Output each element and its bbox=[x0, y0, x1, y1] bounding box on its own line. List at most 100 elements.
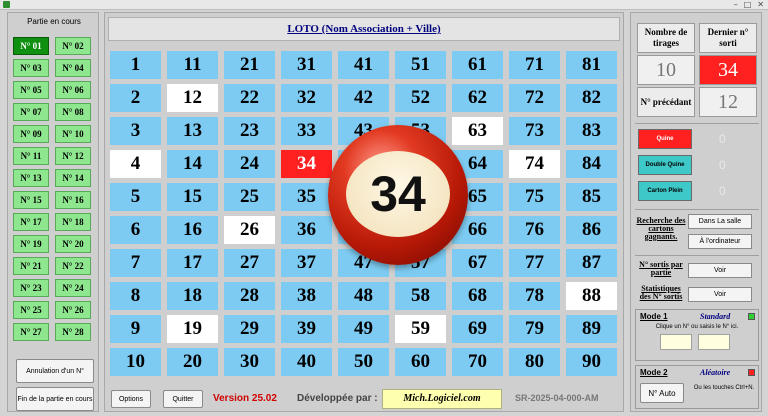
number-cell[interactable]: 32 bbox=[281, 84, 332, 112]
game-button[interactable]: N° 07 bbox=[13, 103, 49, 121]
number-cell[interactable]: 33 bbox=[281, 117, 332, 145]
number-cell[interactable]: 28 bbox=[224, 282, 275, 310]
number-cell[interactable]: 85 bbox=[566, 183, 617, 211]
number-cell[interactable]: 62 bbox=[452, 84, 503, 112]
double-quine-button[interactable]: Double Quine bbox=[638, 155, 692, 175]
number-cell[interactable]: 72 bbox=[509, 84, 560, 112]
game-button[interactable]: N° 17 bbox=[13, 213, 49, 231]
options-button[interactable]: Options bbox=[111, 390, 151, 408]
number-cell[interactable]: 69 bbox=[452, 315, 503, 343]
game-button[interactable]: N° 04 bbox=[55, 59, 91, 77]
number-cell[interactable]: 36 bbox=[281, 216, 332, 244]
number-cell[interactable]: 37 bbox=[281, 249, 332, 277]
number-cell[interactable]: 40 bbox=[281, 348, 332, 376]
number-cell[interactable]: 16 bbox=[167, 216, 218, 244]
number-cell[interactable]: 39 bbox=[281, 315, 332, 343]
mode1-number-input[interactable] bbox=[660, 334, 692, 350]
game-button[interactable]: N° 12 bbox=[55, 147, 91, 165]
number-cell[interactable]: 63 bbox=[452, 117, 503, 145]
auto-number-button[interactable]: N° Auto bbox=[640, 383, 684, 403]
number-cell[interactable]: 52 bbox=[395, 84, 446, 112]
number-cell[interactable]: 1 bbox=[110, 51, 161, 79]
number-cell[interactable]: 77 bbox=[509, 249, 560, 277]
game-button[interactable]: N° 14 bbox=[55, 169, 91, 187]
website-link[interactable]: Mich.Logiciel.com bbox=[382, 389, 502, 409]
number-cell[interactable]: 68 bbox=[452, 282, 503, 310]
number-cell[interactable]: 10 bbox=[110, 348, 161, 376]
numbers-per-game-view-button[interactable]: Voir bbox=[688, 263, 752, 278]
number-cell[interactable]: 71 bbox=[509, 51, 560, 79]
game-button[interactable]: N° 28 bbox=[55, 323, 91, 341]
game-button[interactable]: N° 09 bbox=[13, 125, 49, 143]
game-button[interactable]: N° 21 bbox=[13, 257, 49, 275]
number-cell[interactable]: 34 bbox=[281, 150, 332, 178]
number-cell[interactable]: 8 bbox=[110, 282, 161, 310]
search-hall-button[interactable]: Dans La salle bbox=[688, 214, 752, 229]
number-cell[interactable]: 79 bbox=[509, 315, 560, 343]
game-button[interactable]: N° 20 bbox=[55, 235, 91, 253]
carton-plein-button[interactable]: Carton Plein bbox=[638, 181, 692, 201]
game-button[interactable]: N° 05 bbox=[13, 81, 49, 99]
mode2-indicator-icon[interactable] bbox=[748, 369, 755, 376]
game-button[interactable]: N° 11 bbox=[13, 147, 49, 165]
number-cell[interactable]: 13 bbox=[167, 117, 218, 145]
number-cell[interactable]: 25 bbox=[224, 183, 275, 211]
game-button[interactable]: N° 06 bbox=[55, 81, 91, 99]
number-cell[interactable]: 58 bbox=[395, 282, 446, 310]
number-cell[interactable]: 87 bbox=[566, 249, 617, 277]
number-cell[interactable]: 26 bbox=[224, 216, 275, 244]
game-button[interactable]: N° 15 bbox=[13, 191, 49, 209]
number-cell[interactable]: 29 bbox=[224, 315, 275, 343]
maximize-icon[interactable]: □ bbox=[744, 0, 752, 10]
number-cell[interactable]: 3 bbox=[110, 117, 161, 145]
close-icon[interactable]: ✕ bbox=[757, 0, 764, 10]
number-cell[interactable]: 38 bbox=[281, 282, 332, 310]
game-button[interactable]: N° 26 bbox=[55, 301, 91, 319]
number-cell[interactable]: 2 bbox=[110, 84, 161, 112]
number-cell[interactable]: 70 bbox=[452, 348, 503, 376]
number-cell[interactable]: 14 bbox=[167, 150, 218, 178]
number-cell[interactable]: 9 bbox=[110, 315, 161, 343]
number-cell[interactable]: 59 bbox=[395, 315, 446, 343]
number-cell[interactable]: 50 bbox=[338, 348, 389, 376]
number-cell[interactable]: 23 bbox=[224, 117, 275, 145]
number-cell[interactable]: 15 bbox=[167, 183, 218, 211]
number-cell[interactable]: 88 bbox=[566, 282, 617, 310]
number-cell[interactable]: 78 bbox=[509, 282, 560, 310]
number-cell[interactable]: 20 bbox=[167, 348, 218, 376]
quit-button[interactable]: Quitter bbox=[163, 390, 203, 408]
number-cell[interactable]: 18 bbox=[167, 282, 218, 310]
game-button[interactable]: N° 13 bbox=[13, 169, 49, 187]
number-cell[interactable]: 6 bbox=[110, 216, 161, 244]
number-cell[interactable]: 83 bbox=[566, 117, 617, 145]
number-cell[interactable]: 61 bbox=[452, 51, 503, 79]
number-cell[interactable]: 19 bbox=[167, 315, 218, 343]
minimize-icon[interactable]: – bbox=[734, 0, 738, 10]
number-cell[interactable]: 17 bbox=[167, 249, 218, 277]
number-cell[interactable]: 48 bbox=[338, 282, 389, 310]
game-button[interactable]: N° 08 bbox=[55, 103, 91, 121]
number-cell[interactable]: 4 bbox=[110, 150, 161, 178]
game-button[interactable]: N° 16 bbox=[55, 191, 91, 209]
game-button[interactable]: N° 27 bbox=[13, 323, 49, 341]
number-cell[interactable]: 49 bbox=[338, 315, 389, 343]
game-button[interactable]: N° 19 bbox=[13, 235, 49, 253]
number-cell[interactable]: 86 bbox=[566, 216, 617, 244]
number-cell[interactable]: 76 bbox=[509, 216, 560, 244]
number-cell[interactable]: 82 bbox=[566, 84, 617, 112]
game-button[interactable]: N° 02 bbox=[55, 37, 91, 55]
number-cell[interactable]: 12 bbox=[167, 84, 218, 112]
number-cell[interactable]: 42 bbox=[338, 84, 389, 112]
number-cell[interactable]: 80 bbox=[509, 348, 560, 376]
number-cell[interactable]: 22 bbox=[224, 84, 275, 112]
number-cell[interactable]: 74 bbox=[509, 150, 560, 178]
game-button[interactable]: N° 10 bbox=[55, 125, 91, 143]
number-cell[interactable]: 81 bbox=[566, 51, 617, 79]
number-cell[interactable]: 89 bbox=[566, 315, 617, 343]
number-cell[interactable]: 30 bbox=[224, 348, 275, 376]
statistics-view-button[interactable]: Voir bbox=[688, 287, 752, 302]
search-computer-button[interactable]: À l'ordinateur bbox=[688, 234, 752, 249]
game-button[interactable]: N° 24 bbox=[55, 279, 91, 297]
number-cell[interactable]: 35 bbox=[281, 183, 332, 211]
cancel-number-button[interactable]: Annulation d'un N° bbox=[16, 359, 94, 383]
